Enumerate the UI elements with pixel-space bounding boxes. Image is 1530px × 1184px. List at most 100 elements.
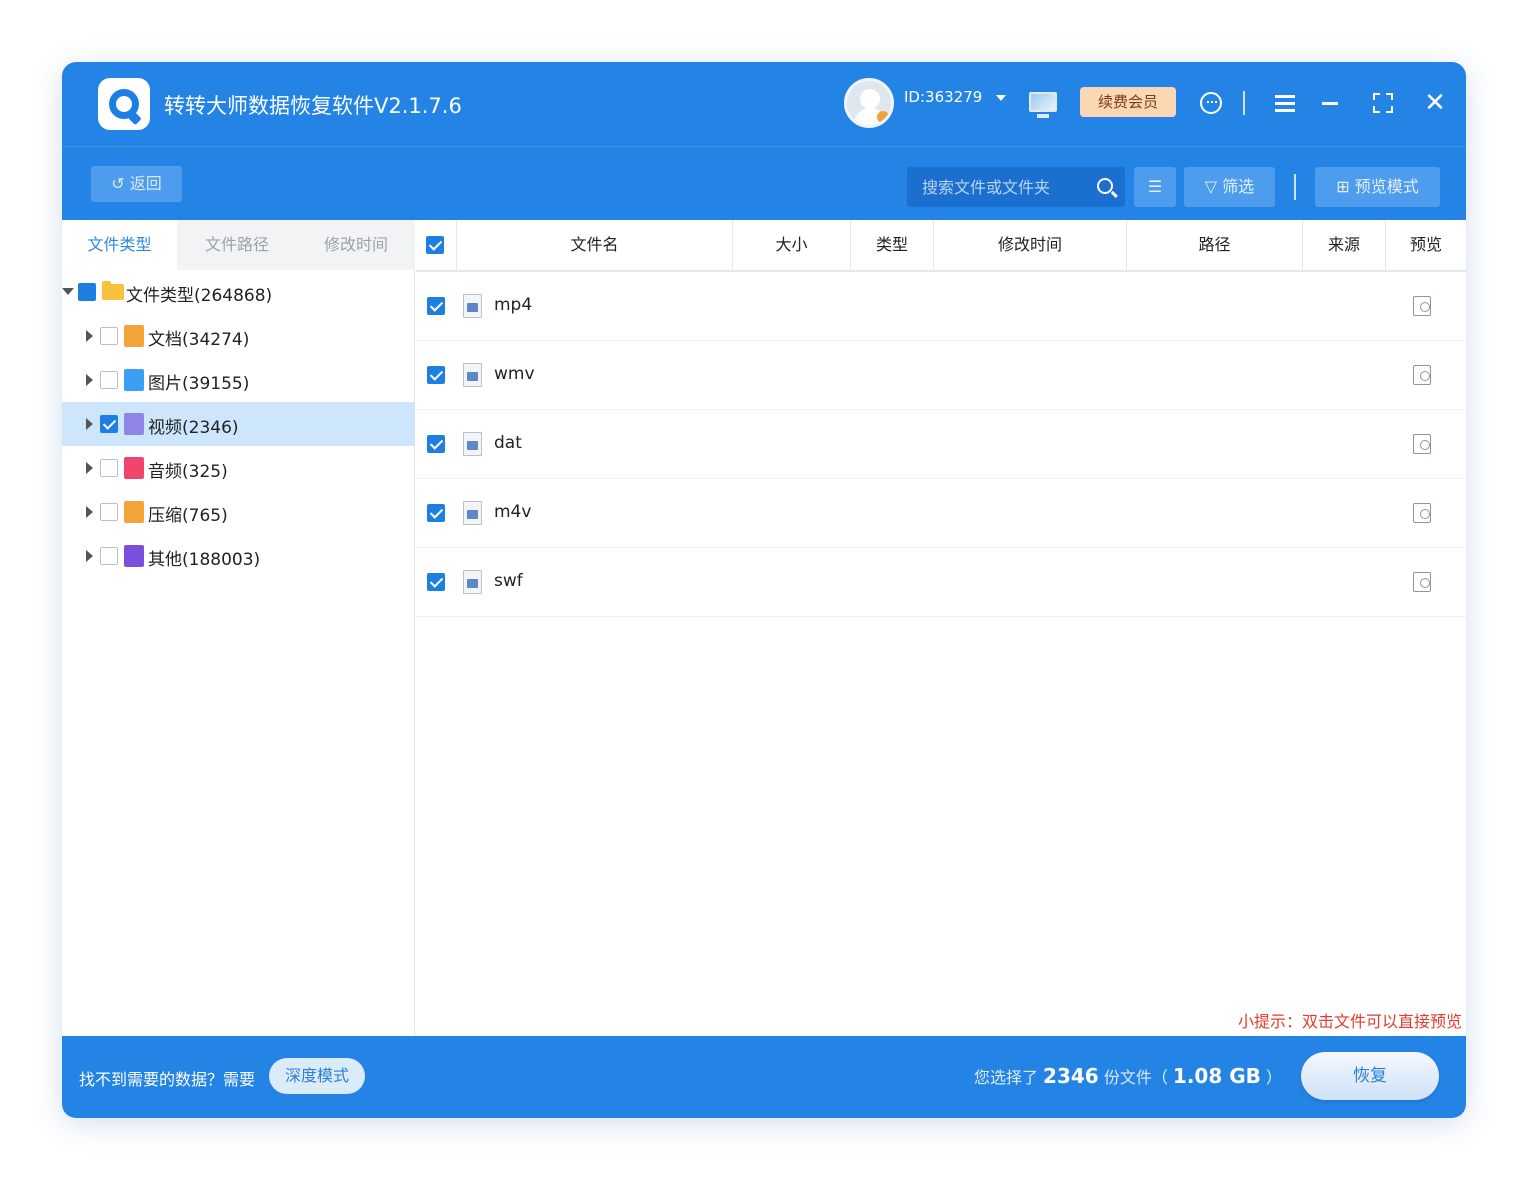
video-file-icon (463, 294, 482, 318)
file-table: 文件名 大小 类型 修改时间 路径 来源 预览 mp4 wmv dat m4v swf … (416, 220, 1466, 1036)
tree-item[interactable]: 其他(188003) (62, 534, 415, 578)
row-checkbox[interactable] (427, 366, 445, 384)
checkbox[interactable] (100, 459, 118, 477)
list-search-icon: ☰ (1147, 177, 1163, 196)
category-tabs: 文件类型 文件路径 修改时间 (62, 220, 415, 270)
column-header[interactable]: 文件名 (456, 220, 732, 270)
video-file-icon (463, 363, 482, 387)
advanced-search-button[interactable]: ☰ (1134, 167, 1176, 207)
column-header[interactable]: 来源 (1302, 220, 1385, 270)
video-file-icon (463, 432, 482, 456)
tree-item[interactable]: 音频(325) (62, 446, 415, 490)
file-name: dat (494, 433, 522, 453)
category-icon (124, 457, 144, 479)
deep-mode-button[interactable]: 深度模式 (269, 1058, 365, 1094)
expand-arrow-icon[interactable] (86, 550, 93, 562)
tree-item-label: 其他(188003) (148, 550, 261, 570)
preview-mode-button[interactable]: ⊞ 预览模式 (1315, 167, 1440, 207)
filter-button[interactable]: ▽ 筛选 (1184, 167, 1275, 207)
tree-root[interactable]: 文件类型(264868) (62, 270, 415, 314)
preview-icon[interactable] (1413, 503, 1431, 523)
filter-icon: ▽ (1204, 177, 1218, 196)
monitor-icon[interactable] (1029, 92, 1057, 118)
app-title: 转转大师数据恢复软件V2.1.7.6 (164, 94, 462, 118)
selected-size: 1.08 GB (1172, 1064, 1261, 1088)
checkbox[interactable] (100, 547, 118, 565)
menu-icon[interactable] (1269, 87, 1301, 119)
app-window: 转转大师数据恢复软件V2.1.7.6 ID:363279 续费会员 ✕ ↺ 返回… (62, 62, 1466, 1118)
table-header: 文件名 大小 类型 修改时间 路径 来源 预览 (416, 220, 1466, 272)
row-checkbox[interactable] (427, 573, 445, 591)
select-all-checkbox[interactable] (426, 236, 444, 254)
preview-icon[interactable] (1413, 572, 1431, 592)
tab-modified-time[interactable]: 修改时间 (297, 220, 415, 270)
checkbox[interactable] (100, 371, 118, 389)
divider (1243, 91, 1245, 115)
preview-icon[interactable] (1413, 296, 1431, 316)
tree-item-label: 文档(34274) (148, 330, 250, 350)
category-panel: 文件类型 文件路径 修改时间 文件类型(264868) 文档(34274) 图片(… (62, 220, 415, 1036)
customer-service-icon[interactable] (1195, 87, 1227, 119)
row-checkbox[interactable] (427, 435, 445, 453)
file-name: m4v (494, 502, 532, 522)
tab-file-path[interactable]: 文件路径 (177, 220, 297, 270)
checkbox[interactable] (100, 503, 118, 521)
table-row[interactable]: swf (416, 548, 1466, 617)
back-button[interactable]: ↺ 返回 (91, 166, 182, 202)
column-header[interactable]: 修改时间 (933, 220, 1126, 270)
preview-icon[interactable] (1413, 365, 1431, 385)
column-header[interactable]: 预览 (1385, 220, 1466, 270)
expand-arrow-icon[interactable] (86, 506, 93, 518)
table-row[interactable]: m4v (416, 479, 1466, 548)
category-icon (124, 325, 144, 347)
tree-item-label: 音频(325) (148, 462, 228, 482)
recover-button[interactable]: 恢复 (1301, 1052, 1439, 1100)
expand-arrow-icon[interactable] (86, 330, 93, 342)
tree-item[interactable]: 视频(2346) (62, 402, 415, 446)
preview-icon[interactable] (1413, 434, 1431, 454)
expand-arrow-icon[interactable] (86, 418, 93, 430)
title-bar: 转转大师数据恢复软件V2.1.7.6 ID:363279 续费会员 ✕ (62, 62, 1466, 146)
footer-bar: 找不到需要的数据？需要 深度模式 您选择了 2346 份文件（ 1.08 GB … (62, 1036, 1466, 1118)
selected-count: 2346 (1043, 1064, 1099, 1088)
search-input[interactable] (907, 167, 1087, 207)
collapse-arrow-icon[interactable] (62, 288, 74, 295)
summary-suffix: ） (1265, 1068, 1282, 1087)
column-header[interactable]: 类型 (850, 220, 933, 270)
file-name: mp4 (494, 295, 533, 315)
user-id[interactable]: ID:363279 (904, 88, 982, 106)
table-row[interactable]: dat (416, 410, 1466, 479)
row-checkbox[interactable] (427, 297, 445, 315)
category-icon (124, 545, 144, 567)
divider (1294, 174, 1296, 200)
checkbox[interactable] (100, 327, 118, 345)
expand-arrow-icon[interactable] (86, 374, 93, 386)
renew-vip-button[interactable]: 续费会员 (1080, 87, 1176, 117)
toolbar: ↺ 返回 ☰ ▽ 筛选 ⊞ 预览模式 (62, 146, 1466, 220)
column-header[interactable]: 路径 (1126, 220, 1302, 270)
video-file-icon (463, 570, 482, 594)
minimize-icon[interactable] (1314, 87, 1346, 119)
selection-summary: 您选择了 2346 份文件（ 1.08 GB ） (974, 1064, 1282, 1088)
table-row[interactable]: mp4 (416, 272, 1466, 341)
expand-arrow-icon[interactable] (86, 462, 93, 474)
tree-item[interactable]: 文档(34274) (62, 314, 415, 358)
tab-file-type[interactable]: 文件类型 (62, 220, 177, 270)
user-avatar-icon[interactable] (844, 78, 894, 128)
table-row[interactable]: wmv (416, 341, 1466, 410)
video-file-icon (463, 501, 482, 525)
tree-item-label: 图片(39155) (148, 374, 250, 394)
row-checkbox[interactable] (427, 504, 445, 522)
category-icon (124, 369, 144, 391)
file-name: wmv (494, 364, 535, 384)
checkbox[interactable] (100, 415, 118, 433)
column-header[interactable]: 大小 (732, 220, 850, 270)
tree-item[interactable]: 图片(39155) (62, 358, 415, 402)
checkbox[interactable] (78, 283, 96, 301)
tree-item[interactable]: 压缩(765) (62, 490, 415, 534)
maximize-icon[interactable] (1367, 87, 1399, 119)
close-icon[interactable]: ✕ (1419, 87, 1451, 119)
deep-scan-prompt: 找不到需要的数据？需要 (79, 1070, 256, 1089)
chevron-down-icon[interactable] (996, 95, 1006, 101)
search-icon[interactable] (1097, 178, 1113, 194)
